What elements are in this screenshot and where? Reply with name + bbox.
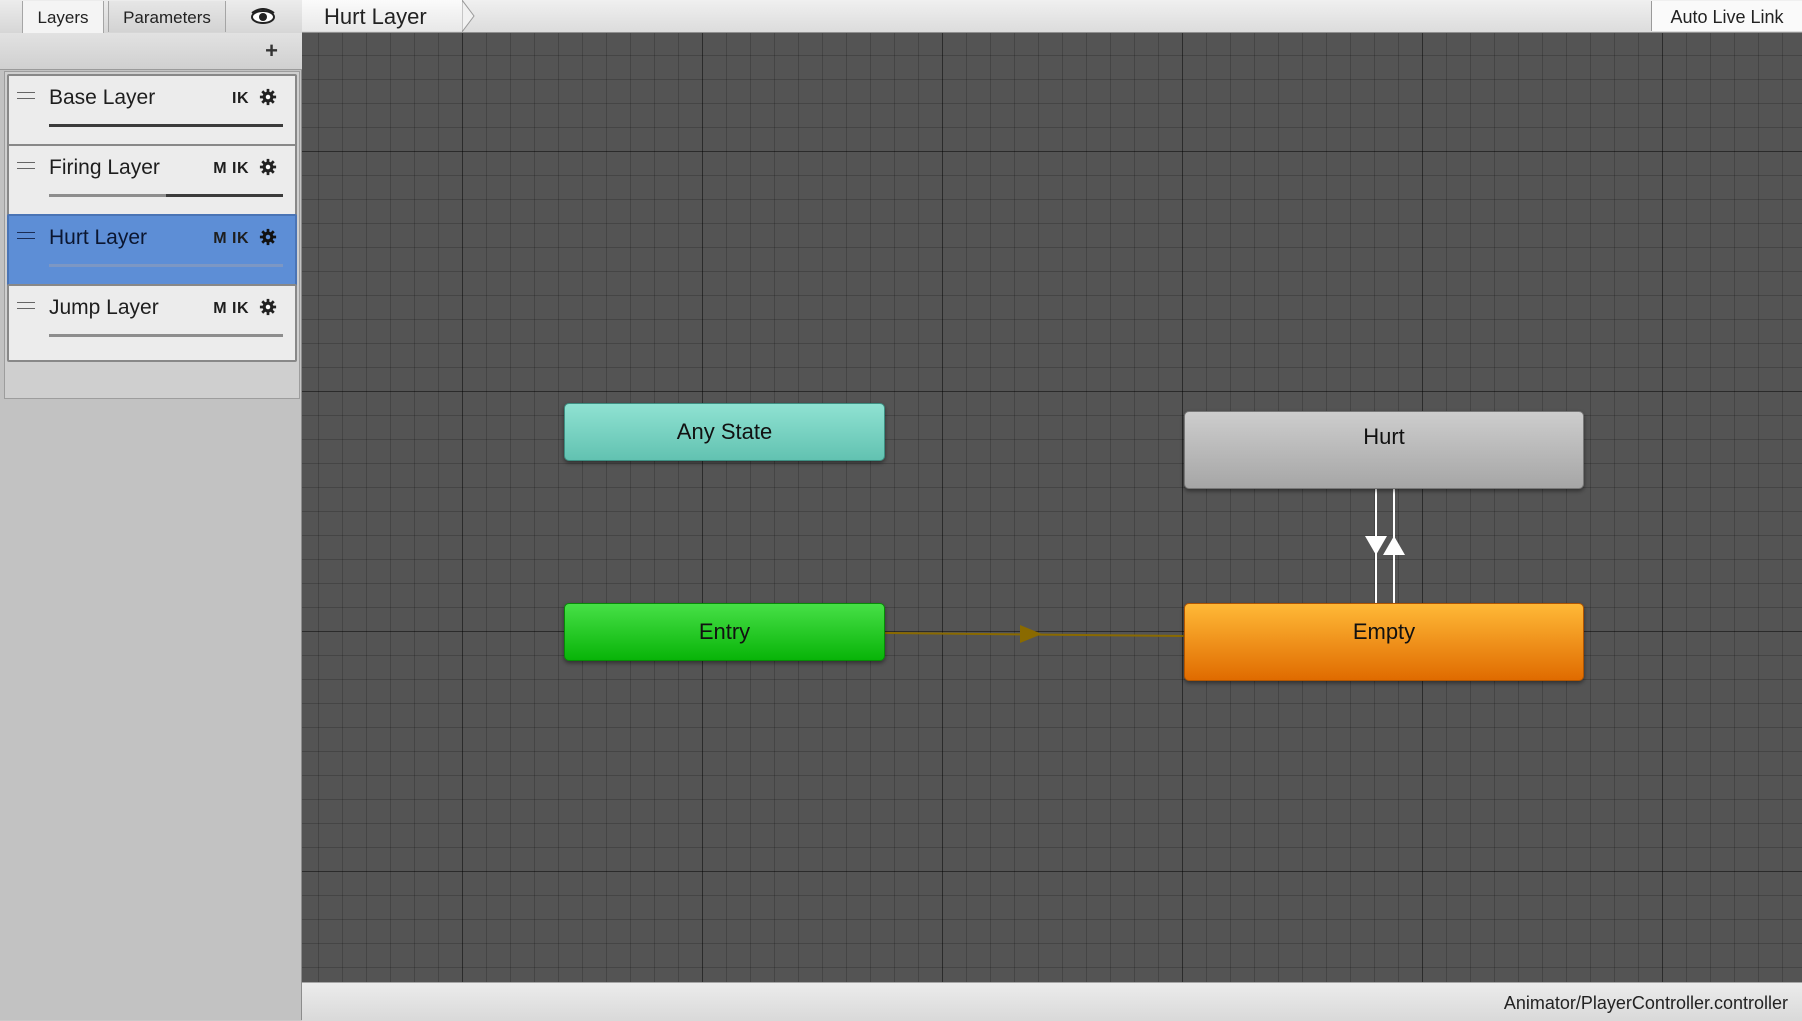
breadcrumb-layer[interactable]: Hurt Layer bbox=[324, 4, 427, 30]
transition-layer bbox=[884, 489, 1405, 643]
layer-flags: M IK bbox=[213, 160, 249, 177]
add-layer-button[interactable]: + bbox=[265, 38, 278, 64]
layers-panel: Layers Parameters + Base Layer IK Firing… bbox=[0, 0, 302, 1020]
panel-tab-bar: Layers Parameters bbox=[0, 0, 302, 34]
status-bar: Animator/PlayerController.controller bbox=[302, 982, 1802, 1021]
layer-item-hurt[interactable]: Hurt Layer M IK bbox=[7, 214, 297, 292]
tab-layers[interactable]: Layers bbox=[22, 1, 104, 34]
layer-item-jump[interactable]: Jump Layer M IK bbox=[7, 284, 297, 362]
auto-live-link-button[interactable]: Auto Live Link bbox=[1651, 1, 1802, 31]
gear-icon[interactable] bbox=[259, 228, 277, 246]
layer-flags: M IK bbox=[213, 300, 249, 317]
gear-icon[interactable] bbox=[259, 158, 277, 176]
controller-path: Animator/PlayerController.controller bbox=[1503, 993, 1788, 1013]
breadcrumb-arrow-icon bbox=[462, 0, 475, 32]
layer-weight-slider[interactable] bbox=[49, 264, 283, 267]
state-any-state[interactable]: Any State bbox=[564, 403, 885, 461]
gear-icon[interactable] bbox=[259, 88, 277, 106]
layer-flags: M IK bbox=[213, 230, 249, 247]
layer-flags: IK bbox=[232, 90, 249, 107]
state-empty[interactable]: Empty bbox=[1184, 603, 1584, 681]
drag-handle-icon[interactable] bbox=[17, 92, 35, 99]
transition-hurt-to-empty[interactable] bbox=[1365, 489, 1387, 603]
state-entry[interactable]: Entry bbox=[564, 603, 885, 661]
drag-handle-icon[interactable] bbox=[17, 232, 35, 239]
eye-toggle-button[interactable] bbox=[228, 1, 302, 32]
gear-icon[interactable] bbox=[259, 298, 277, 316]
state-hurt[interactable]: Hurt bbox=[1184, 411, 1584, 489]
drag-handle-icon[interactable] bbox=[17, 162, 35, 169]
transition-empty-to-hurt[interactable] bbox=[1383, 489, 1405, 603]
layer-item-firing[interactable]: Firing Layer M IK bbox=[7, 144, 297, 222]
drag-handle-icon[interactable] bbox=[17, 302, 35, 309]
transition-entry-to-empty[interactable] bbox=[884, 625, 1185, 643]
layer-toolbar: + bbox=[0, 33, 302, 70]
layer-list: Base Layer IK Firing Layer M IK Hurt Lay… bbox=[4, 71, 300, 399]
eye-icon bbox=[251, 8, 275, 24]
layer-name: Jump Layer bbox=[49, 296, 159, 319]
tab-parameters[interactable]: Parameters bbox=[108, 1, 226, 32]
layer-weight-slider[interactable] bbox=[49, 124, 283, 127]
layer-name: Hurt Layer bbox=[49, 226, 148, 249]
layer-weight-slider[interactable] bbox=[49, 334, 283, 337]
graph-toolbar: Hurt Layer Auto Live Link bbox=[302, 0, 1802, 33]
layer-name: Base Layer bbox=[49, 86, 156, 109]
breadcrumb[interactable]: Hurt Layer bbox=[302, 0, 462, 31]
layer-weight-slider[interactable] bbox=[49, 194, 283, 197]
state-machine-graph[interactable]: Any State Entry Hurt Empty bbox=[302, 33, 1802, 982]
layer-name: Firing Layer bbox=[49, 156, 160, 179]
layer-item-base[interactable]: Base Layer IK bbox=[7, 74, 297, 152]
